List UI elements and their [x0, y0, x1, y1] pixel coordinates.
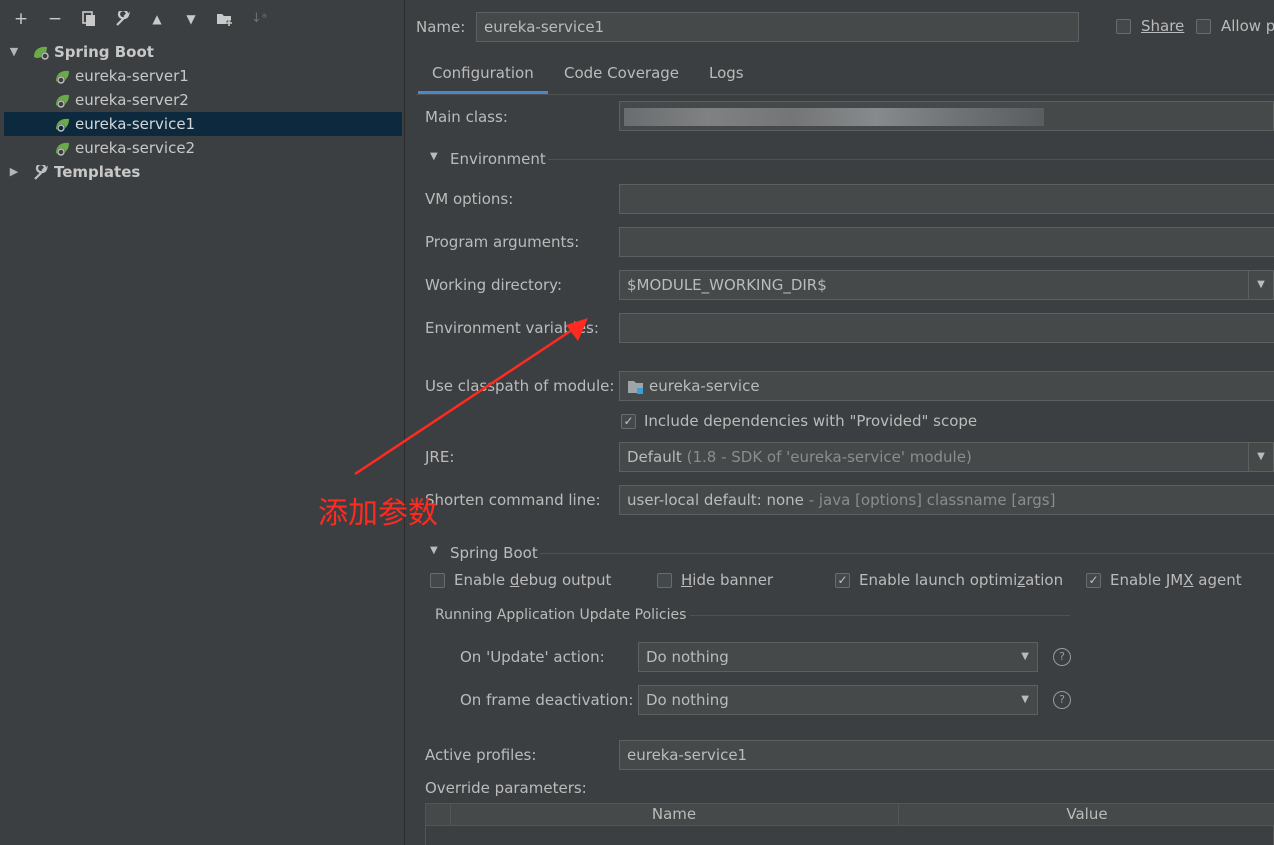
annotation-text: 添加参数: [318, 496, 438, 531]
annotation-arrow: [354, 318, 588, 476]
annotation-arrow-shaft: [354, 328, 573, 476]
annotation-arrow-head: [566, 318, 588, 341]
